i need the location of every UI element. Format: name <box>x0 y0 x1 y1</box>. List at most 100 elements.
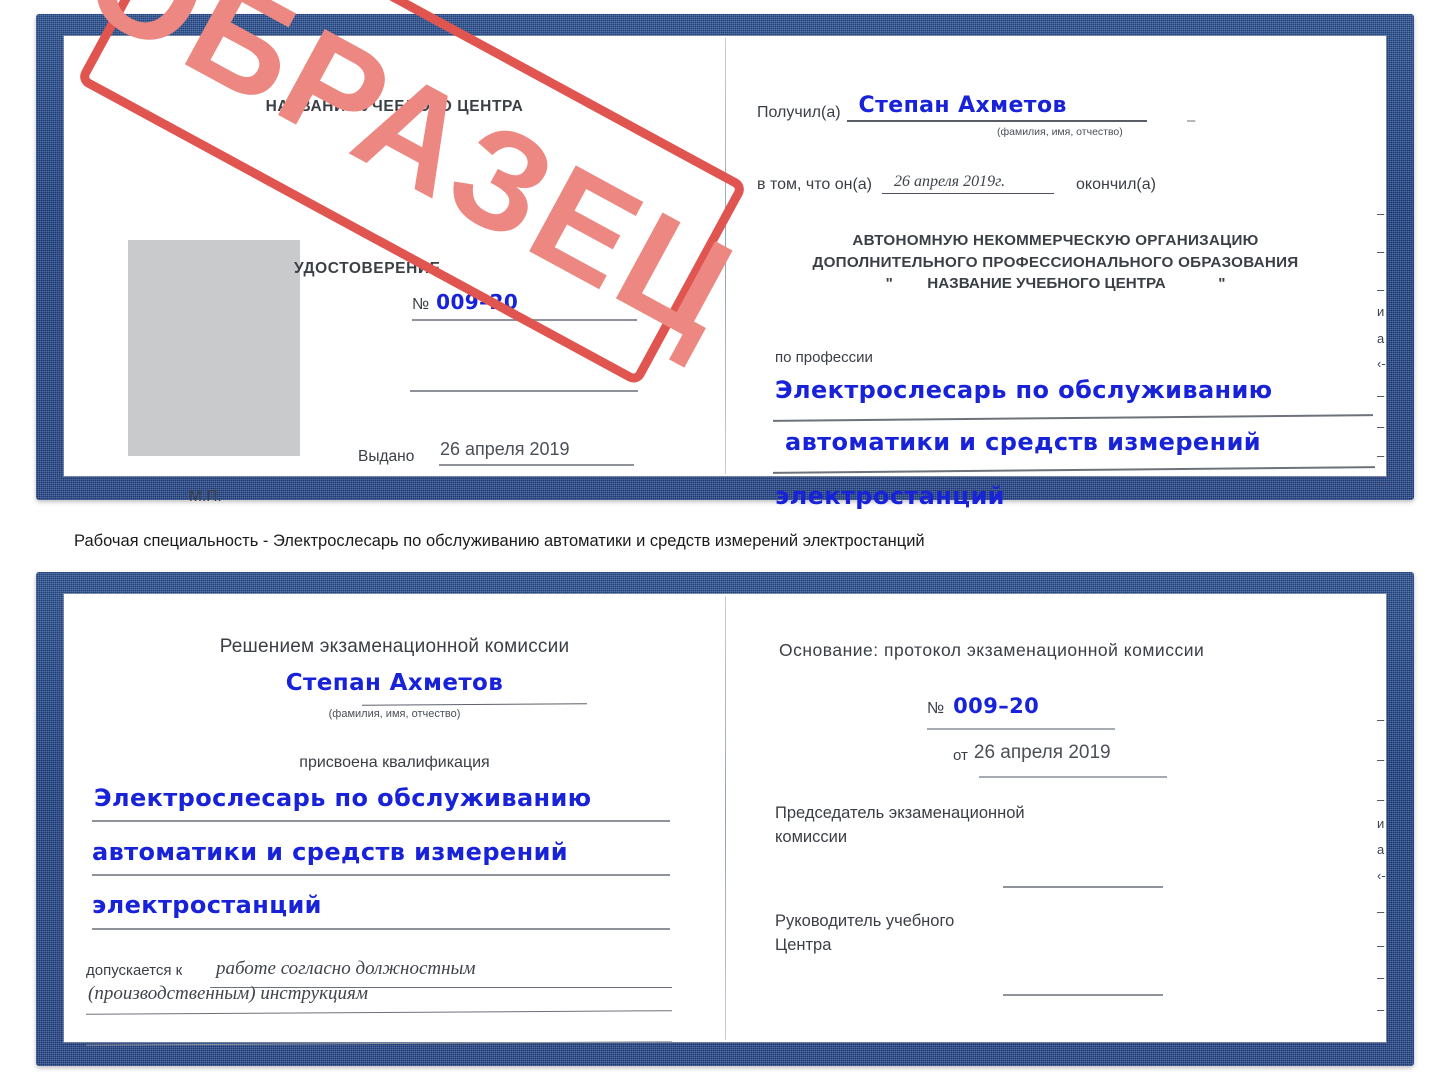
bottom-edge-fragment-5: а <box>1377 842 1385 857</box>
admitted-line-1: работе согласно должностным <box>216 958 476 979</box>
fio-hint: (фамилия, имя, отчество) <box>997 126 1123 138</box>
bottom-edge-fragment-2: – <box>1377 752 1385 767</box>
bottom-recipient-name-rule <box>361 703 588 706</box>
head-block: Руководитель учебного Центра <box>775 910 954 958</box>
received-row: Получил(а) Степан Ахметов <box>757 93 1147 122</box>
bottom-edge-fragment-8: – <box>1377 938 1385 953</box>
chairman-block: Председатель экзаменационной комиссии <box>775 802 1025 850</box>
bottom-edge-fragment-3: – <box>1377 792 1385 807</box>
bottom-edge-fragment-6: ‹- <box>1377 868 1386 883</box>
bottom-edge-fragment-9: – <box>1377 970 1385 985</box>
blank-rule <box>410 390 638 392</box>
chairman-signature-rule <box>1003 886 1163 888</box>
bottom-edge-fragment-10: – <box>1377 1002 1385 1017</box>
protocol-date-value: 26 апреля 2019 <box>973 742 1111 763</box>
edge-fragment-8: – <box>1377 419 1385 434</box>
edge-fragment-4: и <box>1377 304 1385 319</box>
document-type-label: УДОСТОВЕРЕНИЕ <box>294 260 441 277</box>
edge-fragment-1: – <box>1377 206 1385 221</box>
edge-fragment-3: – <box>1377 282 1385 297</box>
commission-decision-heading: Решением экзаменационной комиссии <box>219 636 570 657</box>
basis-label: Основание: протокол экзаменационной коми… <box>779 640 1205 660</box>
bottom-recipient-name: Степан Ахметов <box>285 670 504 696</box>
issued-date-rule <box>439 464 634 466</box>
bottom-edge-fragment-4: и <box>1377 816 1385 831</box>
profession-line-3: электростанций <box>775 482 1005 510</box>
bottom-right-sheet: Основание: протокол экзаменационной коми… <box>725 594 1386 1042</box>
seal-place-label: М.П. <box>189 488 222 505</box>
stray-dash-icon: – <box>1187 112 1196 129</box>
org-name: НАЗВАНИЕ УЧЕБНОГО ЦЕНТРА <box>927 275 1166 293</box>
qualification-rule-1 <box>92 820 670 822</box>
org-quote-open: " <box>885 275 893 293</box>
top-right-sheet: Получил(а) Степан Ахметов (фамилия, имя,… <box>725 36 1386 510</box>
org-line-1: АВТОНОМНУЮ НЕКОММЕРЧЕСКУЮ ОРГАНИЗАЦИЮ <box>852 232 1259 249</box>
org-quote-close: " <box>1218 275 1226 293</box>
protocol-number-symbol: № <box>927 700 945 717</box>
top-right-page: Получил(а) Степан Ахметов (фамилия, имя,… <box>725 36 1386 510</box>
recipient-name-value: Степан Ахметов <box>858 93 1067 118</box>
head-line-1: Руководитель учебного <box>775 912 955 930</box>
edge-fragment-9: – <box>1377 448 1385 463</box>
completion-date-value: 26 апреля 2019г. <box>894 173 1006 190</box>
certificate-number-rule <box>412 319 637 321</box>
qualification-line-3: электростанций <box>92 891 322 919</box>
edge-fragment-5: а <box>1377 331 1385 346</box>
profession-line-2: автоматики и средств измерений <box>785 428 1262 456</box>
bottom-edge-fragment-7: – <box>1377 904 1385 919</box>
edge-fragment-7: – <box>1377 388 1385 403</box>
profession-line-1: Электрослесарь по обслуживанию <box>775 376 1273 404</box>
protocol-date-rule <box>979 776 1167 778</box>
completion-row: в том, что он(а) 26 апреля 2019г. окончи… <box>757 173 1156 194</box>
org-line-2: ДОПОЛНИТЕЛЬНОГО ПРОФЕССИОНАЛЬНОГО ОБРАЗО… <box>812 253 1299 271</box>
number-symbol: № <box>412 296 430 313</box>
received-label: Получил(а) <box>757 104 841 121</box>
org-name-line: " НАЗВАНИЕ УЧЕБНОГО ЦЕНТРА " <box>757 273 1354 295</box>
bottom-certificate: Решением экзаменационной комиссии Степан… <box>36 572 1414 1066</box>
qualification-label: присвоена квалификация <box>299 754 490 771</box>
protocol-date-prefix: от <box>953 747 968 764</box>
head-signature-rule <box>1003 994 1163 996</box>
issued-date-value: 26 апреля 2019 <box>440 439 570 459</box>
head-line-2: Центра <box>775 935 832 954</box>
admitted-label: допускается к <box>86 962 183 979</box>
top-left-page: НАЗВАНИЕ УЧЕБНОГО ЦЕНТРА УДОСТОВЕРЕНИЕ №… <box>64 36 725 505</box>
bottom-edge-fragment-1: – <box>1377 712 1385 727</box>
bottom-certificate-pages: Решением экзаменационной комиссии Степан… <box>64 594 1386 1046</box>
admitted-rule-3 <box>86 1041 672 1046</box>
completion-date-rule <box>882 192 1054 194</box>
admitted-rule-2 <box>86 1010 672 1015</box>
finished-label: окончил(а) <box>1076 176 1156 193</box>
bottom-left-page: Решением экзаменационной комиссии Степан… <box>64 594 725 1046</box>
top-left-sheet: НАЗВАНИЕ УЧЕБНОГО ЦЕНТРА УДОСТОВЕРЕНИЕ №… <box>64 36 725 505</box>
bottom-left-sheet: Решением экзаменационной комиссии Степан… <box>64 594 725 1046</box>
admitted-line-2: (производственным) инструкциям <box>88 983 368 1004</box>
qualification-rule-3 <box>92 928 670 930</box>
qualification-line-1: Электрослесарь по обслуживанию <box>94 784 592 812</box>
protocol-number-value: 009–20 <box>953 694 1040 718</box>
top-certificate-pages: НАЗВАНИЕ УЧЕБНОГО ЦЕНТРА УДОСТОВЕРЕНИЕ №… <box>64 36 1386 510</box>
recipient-name-rule <box>846 120 1147 122</box>
caption-text: Рабочая специальность - Электрослесарь п… <box>74 532 925 550</box>
bottom-fio-hint: (фамилия, имя, отчество) <box>328 708 461 720</box>
edge-fragment-10: – <box>1377 476 1385 491</box>
protocol-date-row: от 26 апреля 2019 <box>953 742 1111 764</box>
training-center-title: НАЗВАНИЕ УЧЕБНОГО ЦЕНТРА <box>265 98 524 115</box>
in-that-label: в том, что он(а) <box>757 176 872 193</box>
edge-fragment-6: ‹- <box>1377 356 1386 371</box>
protocol-number-row: № 009–20 <box>927 694 1039 718</box>
chairman-line-1: Председатель экзаменационной <box>775 804 1025 822</box>
edge-fragment-2: – <box>1377 244 1385 259</box>
organization-block: АВТОНОМНУЮ НЕКОММЕРЧЕСКУЮ ОРГАНИЗАЦИЮ ДО… <box>757 230 1354 295</box>
profession-rule-2 <box>773 466 1375 474</box>
chairman-line-2: комиссии <box>775 827 848 846</box>
top-certificate: НАЗВАНИЕ УЧЕБНОГО ЦЕНТРА УДОСТОВЕРЕНИЕ №… <box>36 14 1414 510</box>
certificate-number-value: 009–20 <box>436 290 519 314</box>
profession-rule-1 <box>773 414 1373 422</box>
photo-placeholder <box>128 240 300 456</box>
protocol-number-rule <box>927 728 1115 730</box>
profession-label: по профессии <box>775 349 873 366</box>
issued-label: Выдано <box>358 448 415 465</box>
qualification-line-2: автоматики и средств измерений <box>92 838 569 866</box>
bottom-right-page: Основание: протокол экзаменационной коми… <box>725 594 1386 1042</box>
